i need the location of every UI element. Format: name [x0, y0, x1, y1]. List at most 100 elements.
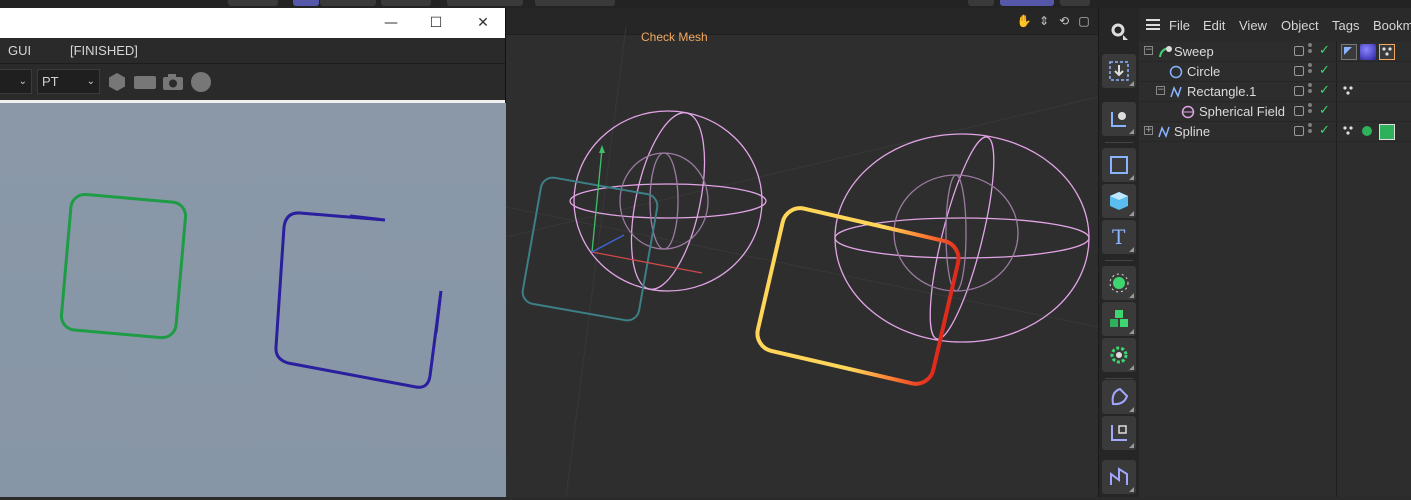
mode-select[interactable]: ⌄ [0, 69, 32, 94]
camera-icon[interactable] [162, 73, 184, 91]
close-button[interactable]: ✕ [468, 13, 498, 33]
material-tag-icon[interactable] [1360, 124, 1376, 140]
enabled-check-icon[interactable]: ✓ [1319, 43, 1330, 58]
material-tag-icon[interactable] [1360, 44, 1376, 60]
object-list: − Sweep ✓ Circle ✓ − Rectangle.1 ✓ Spher… [1139, 42, 1411, 142]
render-window-menubar: GUI [FINISHED] [0, 38, 505, 64]
selection-tag-icon[interactable] [1379, 44, 1395, 60]
display-icon[interactable] [134, 76, 156, 89]
edit-visibility-icon[interactable] [1294, 66, 1304, 76]
toolbar-button[interactable] [535, 0, 615, 6]
circle-icon [1169, 65, 1183, 79]
edit-visibility-icon[interactable] [1294, 86, 1304, 96]
polygon-pen-icon[interactable] [1102, 460, 1136, 494]
spline-pen-icon[interactable] [1102, 380, 1136, 414]
object-row-circle[interactable]: Circle ✓ [1139, 62, 1411, 82]
object-row-sweep[interactable]: − Sweep ✓ [1139, 42, 1411, 62]
generator-icon[interactable] [1102, 266, 1136, 300]
svg-text:T: T [1112, 226, 1126, 248]
cube-icon[interactable] [1102, 184, 1136, 218]
layer-dots-icon[interactable] [1308, 43, 1314, 59]
toolbar-button[interactable] [320, 0, 376, 6]
menu-view[interactable]: View [1239, 18, 1267, 33]
layer-dots-icon[interactable] [1308, 123, 1314, 139]
enabled-check-icon[interactable]: ✓ [1319, 123, 1330, 138]
render-canvas[interactable] [0, 103, 506, 497]
toolbar-button[interactable] [968, 0, 994, 6]
object-name[interactable]: Rectangle.1 [1187, 84, 1256, 99]
spline-icon [1158, 126, 1170, 138]
toolbar-button[interactable] [381, 0, 431, 6]
object-row-rectangle[interactable]: − Rectangle.1 ✓ [1139, 82, 1411, 102]
object-name[interactable]: Circle [1187, 64, 1220, 79]
settings-icon[interactable] [1102, 14, 1136, 48]
chevron-down-icon: ⌄ [86, 76, 95, 87]
spline-icon [1170, 86, 1182, 98]
edit-visibility-icon[interactable] [1294, 106, 1304, 116]
layer-dots-icon[interactable] [1308, 63, 1314, 79]
toolbar-button-active[interactable] [1000, 0, 1054, 6]
viewport-scene[interactable] [506, 27, 1098, 497]
enabled-check-icon[interactable]: ✓ [1319, 83, 1330, 98]
minimize-button[interactable]: — [376, 13, 406, 33]
toolbar-button[interactable] [1060, 0, 1090, 6]
pt-select[interactable]: PT ⌄ [37, 69, 100, 94]
menu-tags[interactable]: Tags [1332, 18, 1359, 33]
enabled-check-icon[interactable]: ✓ [1319, 63, 1330, 78]
hamburger-menu-icon[interactable] [1146, 19, 1160, 30]
render-green-sweep [59, 192, 188, 340]
sweep-icon [1159, 46, 1172, 58]
sphere-icon[interactable] [191, 72, 211, 92]
collapse-icon[interactable]: − [1156, 86, 1165, 95]
tool-palette: T [1098, 8, 1139, 497]
expand-icon[interactable]: + [1144, 126, 1153, 135]
deformer-icon[interactable] [1102, 338, 1136, 372]
edit-visibility-icon[interactable] [1294, 126, 1304, 136]
object-name[interactable]: Sweep [1174, 44, 1214, 59]
coordinate-system-icon[interactable] [1102, 102, 1136, 136]
menu-edit[interactable]: Edit [1203, 18, 1225, 33]
toolbar-button-active[interactable] [293, 0, 319, 6]
render-window-titlebar[interactable]: — ☐ ✕ [0, 8, 505, 38]
object-row-spherical-field[interactable]: Spherical Field ✓ [1139, 102, 1411, 122]
cloner-icon[interactable] [1102, 302, 1136, 336]
rectangle-spline-inactive [521, 176, 659, 322]
toolbar-button[interactable] [447, 0, 523, 6]
palette-divider [1105, 260, 1133, 261]
menu-object[interactable]: Object [1281, 18, 1319, 33]
render-window[interactable]: — ☐ ✕ GUI [FINISHED] ⌄ PT ⌄ [0, 8, 506, 497]
render-blue-sweep [274, 211, 443, 389]
render-preview [59, 192, 443, 389]
point-selection-tag-icon[interactable] [1341, 124, 1357, 140]
pt-select-value: PT [42, 74, 59, 89]
axis-icon[interactable] [1102, 416, 1136, 450]
edit-visibility-icon[interactable] [1294, 46, 1304, 56]
top-toolbar-strip [0, 0, 1411, 8]
collapse-icon[interactable]: − [1144, 46, 1153, 55]
menu-gui[interactable]: GUI [8, 43, 31, 58]
object-row-spline[interactable]: + Spline ✓ [1139, 122, 1411, 142]
import-icon[interactable] [1102, 54, 1136, 88]
hexagon-icon[interactable] [107, 72, 127, 92]
object-name[interactable]: Spherical Field [1199, 104, 1285, 119]
palette-divider [1105, 378, 1133, 379]
render-window-toolbar: ⌄ PT ⌄ [0, 64, 505, 100]
layer-dots-icon[interactable] [1308, 83, 1314, 99]
enabled-check-icon[interactable]: ✓ [1319, 103, 1330, 118]
menu-file[interactable]: File [1169, 18, 1190, 33]
text-icon[interactable]: T [1102, 220, 1136, 254]
object-manager-menubar: File Edit View Object Tags Bookm [1139, 8, 1411, 42]
palette-divider [1105, 142, 1133, 143]
render-status: [FINISHED] [70, 43, 138, 58]
spherical-field-gizmo-right [834, 133, 1090, 343]
layer-dots-icon[interactable] [1308, 103, 1314, 119]
cube-wire-icon[interactable] [1102, 148, 1136, 182]
maximize-button[interactable]: ☐ [421, 13, 451, 33]
toolbar-button[interactable] [228, 0, 278, 6]
object-name[interactable]: Spline [1174, 124, 1210, 139]
point-selection-tag-icon[interactable] [1341, 84, 1357, 100]
display-tag-icon[interactable] [1341, 44, 1357, 60]
chevron-down-icon: ⌄ [18, 76, 27, 87]
menu-bookmarks[interactable]: Bookm [1373, 18, 1411, 33]
material-tag-icon[interactable] [1379, 124, 1395, 140]
